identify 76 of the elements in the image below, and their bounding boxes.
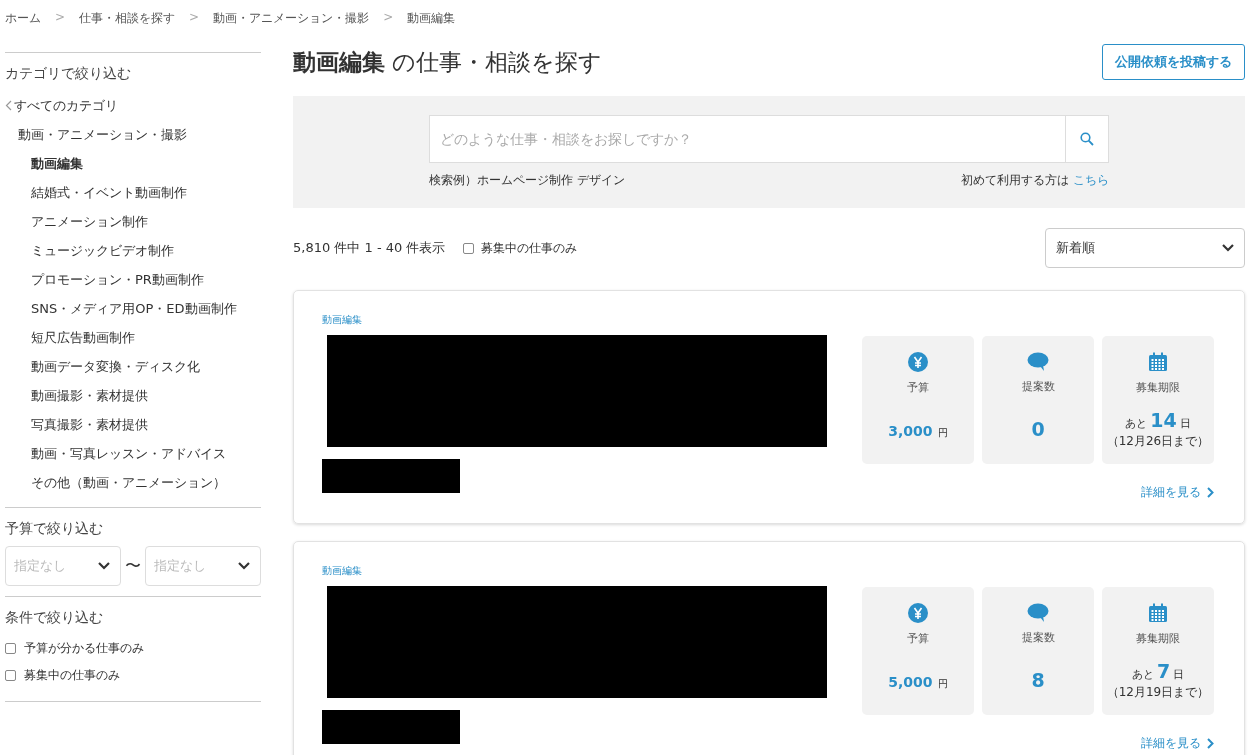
days-left: 7 (1156, 660, 1171, 682)
budget-value: 5,000 (888, 674, 933, 690)
category-link[interactable]: SNS・メディア用OP・ED動画制作 (5, 294, 261, 323)
stat-label: 提案数 (1021, 630, 1055, 645)
category-link[interactable]: 動画・アニメーション・撮影 (5, 120, 261, 149)
category-tag[interactable]: 動画編集 (322, 564, 862, 578)
sort-select[interactable]: 新着順 (1045, 228, 1245, 268)
category-link[interactable]: 結婚式・イベント動画制作 (5, 178, 261, 207)
unit-label: 日 (1179, 416, 1191, 431)
checkbox-label[interactable]: 募集中の仕事のみ (24, 667, 120, 684)
proposal-count: 8 (1031, 669, 1045, 691)
unit-label: 円 (937, 678, 948, 689)
category-link[interactable]: 動画編集 (5, 149, 261, 178)
result-count: 5,810 件中 1 - 40 件表示 (293, 239, 446, 257)
proposal-count: 0 (1031, 418, 1045, 440)
checkbox-label[interactable]: 予算が分かる仕事のみ (24, 640, 144, 657)
category-link[interactable]: 動画撮影・素材提供 (5, 381, 261, 410)
yen-icon (908, 603, 928, 623)
unit-label: 日 (1173, 667, 1185, 682)
post-request-button[interactable]: 公開依頼を投稿する (1102, 44, 1245, 80)
category-link[interactable]: 短尺広告動画制作 (5, 323, 261, 352)
breadcrumb-separator: > (55, 10, 66, 26)
category-link[interactable]: プロモーション・PR動画制作 (5, 265, 261, 294)
stat-label: 募集期限 (1136, 380, 1180, 395)
category-link[interactable]: 動画データ変換・ディスク化 (5, 352, 261, 381)
unit-label: 円 (937, 427, 948, 438)
back-chevron-icon (5, 100, 12, 111)
deadline-date: （12月19日まで） (1106, 684, 1210, 701)
category-link[interactable]: ミュージックビデオ制作 (5, 236, 261, 265)
deadline-prefix: あと (1125, 416, 1148, 431)
page-title: 動画編集 の仕事・相談を探す (293, 47, 603, 77)
stat-label: 予算 (907, 631, 929, 646)
category-link[interactable]: 動画・写真レッスン・アドバイス (5, 439, 261, 468)
filter-heading: 予算で絞り込む (5, 520, 104, 538)
checkbox[interactable] (5, 643, 16, 654)
category-link[interactable]: 写真撮影・素材提供 (5, 410, 261, 439)
search-example: 検索例）ホームページ制作 デザイン (429, 172, 625, 189)
stat-label: 募集期限 (1136, 631, 1180, 646)
breadcrumb-link[interactable]: ホーム (5, 10, 41, 28)
speech-bubble-icon (1027, 352, 1049, 371)
chevron-down-icon (1222, 244, 1234, 252)
days-left: 14 (1150, 409, 1177, 431)
calendar-icon (1148, 603, 1168, 623)
category-tag[interactable]: 動画編集 (322, 313, 862, 327)
help-text: 初めて利用する方は (961, 173, 1070, 187)
breadcrumb-link[interactable]: 動画・アニメーション・撮影 (213, 10, 370, 28)
breadcrumb-link[interactable]: 動画編集 (407, 10, 456, 28)
breadcrumb-link[interactable]: 仕事・相談を探す (79, 10, 176, 28)
deadline-prefix: あと (1131, 667, 1154, 682)
speech-bubble-icon (1027, 603, 1049, 622)
chevron-down-icon (98, 562, 110, 570)
range-separator: 〜 (125, 555, 141, 577)
category-link[interactable]: その他（動画・アニメーション） (5, 468, 261, 497)
details-link[interactable]: 詳細を見る (1141, 484, 1214, 501)
chevron-down-icon (238, 562, 250, 570)
filter-heading: 条件で絞り込む (5, 609, 104, 627)
yen-icon (908, 352, 928, 372)
category-link[interactable]: アニメーション制作 (5, 207, 261, 236)
details-link[interactable]: 詳細を見る (1141, 735, 1214, 752)
filter-heading: カテゴリで絞り込む (5, 65, 132, 83)
stat-label: 提案数 (1021, 379, 1055, 394)
checkbox[interactable] (5, 670, 16, 681)
category-link[interactable]: すべてのカテゴリ (14, 96, 118, 115)
checkbox[interactable] (463, 242, 475, 254)
stat-label: 予算 (907, 380, 929, 395)
job-card[interactable]: 動画編集 予算 3,000 円 提案数 0 募集期限 あと 14 日 （12月26日まで） 詳細を見る (293, 290, 1245, 524)
budget-value: 3,000 (888, 423, 933, 439)
job-card[interactable]: 動画編集 予算 5,000 円 提案数 8 募集期限 あと 7 日 （12月19日まで） 詳細を見る (293, 541, 1245, 755)
chevron-right-icon (1207, 487, 1214, 498)
breadcrumb-separator: > (383, 10, 394, 26)
search-icon (1080, 132, 1094, 146)
chevron-right-icon (1207, 738, 1214, 749)
deadline-date: （12月26日まで） (1106, 433, 1210, 450)
calendar-icon (1148, 352, 1168, 372)
breadcrumb-separator: > (189, 10, 200, 26)
checkbox-label[interactable]: 募集中の仕事のみ (481, 239, 578, 257)
